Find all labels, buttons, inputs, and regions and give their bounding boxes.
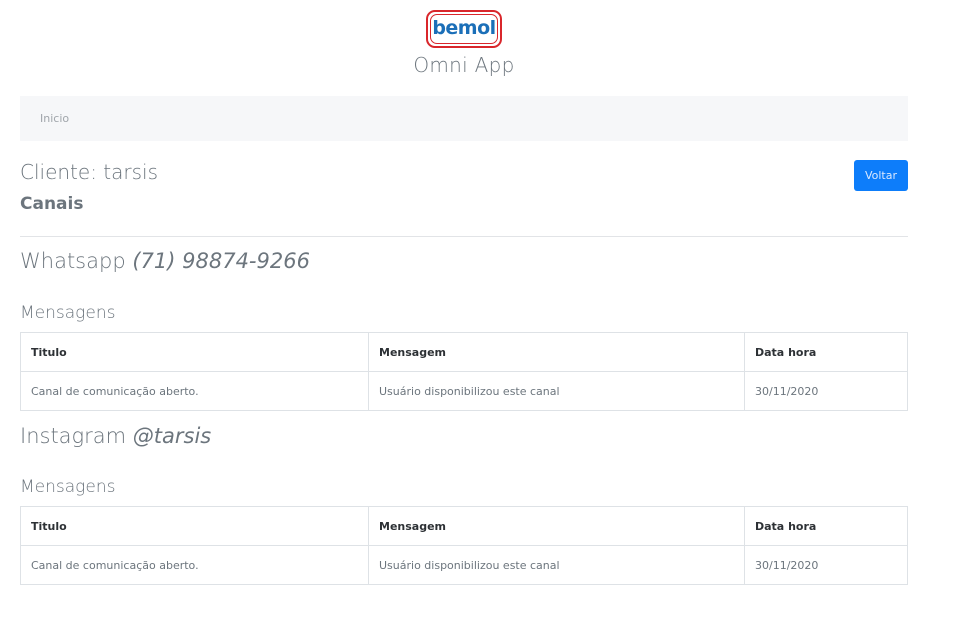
breadcrumb-item-home[interactable]: Inicio [40,112,69,125]
table-row: Canal de comunicação aberto. Usuário dis… [20,545,908,585]
cell-mensagem: Usuário disponibilizou este canal [368,545,745,585]
back-button[interactable]: Voltar [854,160,908,191]
divider [20,236,908,237]
breadcrumb: Inicio [20,96,908,141]
client-title: Cliente: tarsis [20,160,159,184]
column-header-titulo: Titulo [20,332,369,372]
page: bemol Omni App Inicio Cliente: tarsis Ca… [0,0,957,617]
cell-titulo: Canal de comunicação aberto. [20,371,369,411]
bemol-logo[interactable]: bemol [426,10,502,48]
app-title: Omni App [413,53,515,77]
column-header-mensagem: Mensagem [368,332,745,372]
column-header-data-hora: Data hora [744,506,908,546]
channels-heading: Canais [20,194,84,214]
column-header-mensagem: Mensagem [368,506,745,546]
column-header-data-hora: Data hora [744,332,908,372]
cell-titulo: Canal de comunicação aberto. [20,545,369,585]
messages-table-whatsapp: Titulo Mensagem Data hora Canal de comun… [20,332,908,411]
cell-data-hora: 30/11/2020 [744,545,908,585]
table-header-row: Titulo Mensagem Data hora [20,506,908,546]
channel-handle: (71) 98874-9266 [132,249,310,273]
channel-handle: @tarsis [132,424,212,448]
messages-title: Mensagens [20,477,116,497]
cell-mensagem: Usuário disponibilizou este canal [368,371,745,411]
channel-name: Whatsapp [20,249,126,273]
brand-header: bemol Omni App [0,10,928,77]
channel-title-whatsapp: Whatsapp (71) 98874-9266 [20,249,310,273]
table-header-row: Titulo Mensagem Data hora [20,332,908,372]
channel-name: Instagram [20,424,127,448]
cell-data-hora: 30/11/2020 [744,371,908,411]
column-header-titulo: Titulo [20,506,369,546]
channel-title-instagram: Instagram @tarsis [20,424,211,448]
table-row: Canal de comunicação aberto. Usuário dis… [20,371,908,411]
messages-table-instagram: Titulo Mensagem Data hora Canal de comun… [20,506,908,585]
messages-title: Mensagens [20,303,116,323]
logo-text: bemol [432,17,496,39]
